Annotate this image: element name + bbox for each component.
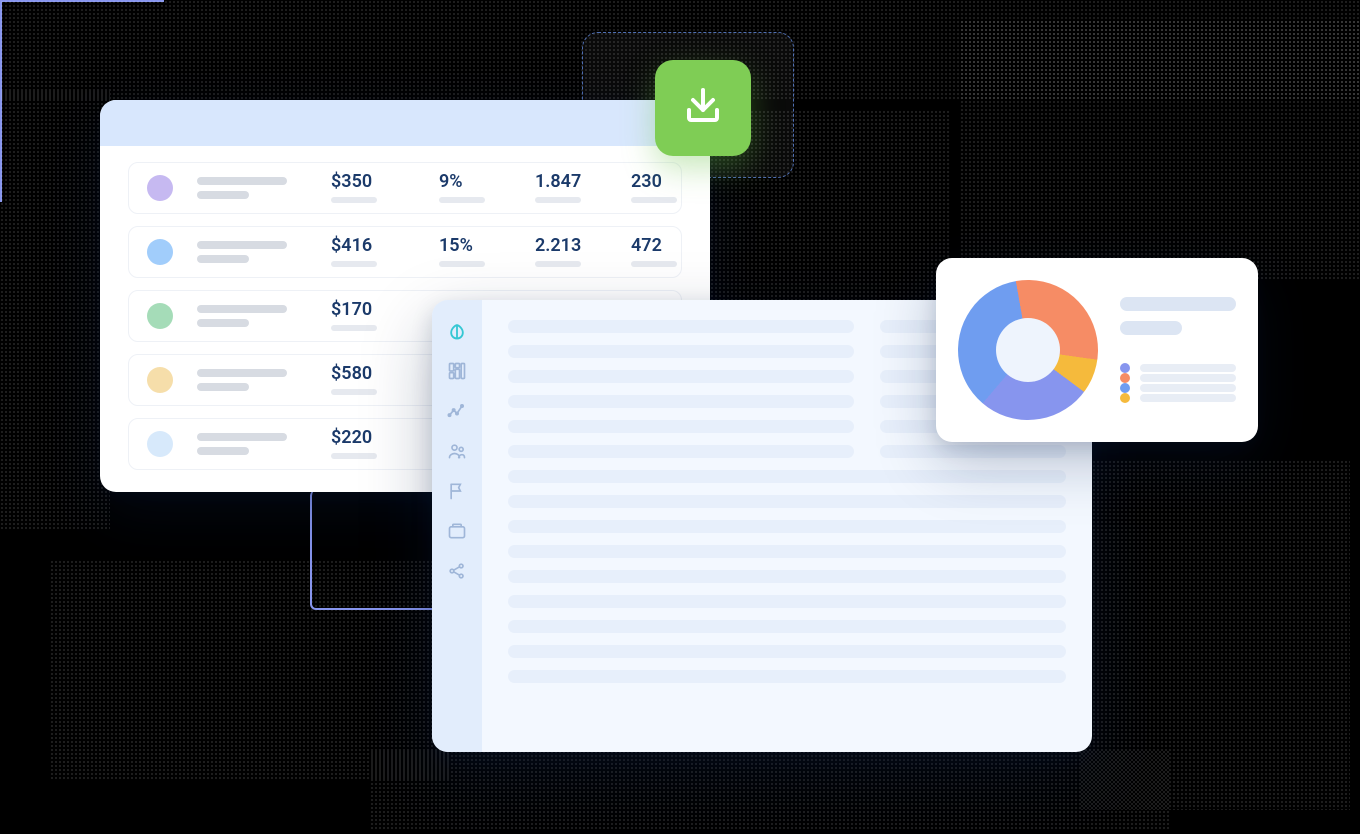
- cell-sublabel-placeholder: [631, 197, 677, 203]
- connector-line: [0, 0, 164, 2]
- placeholder-line: [508, 470, 1066, 483]
- logo-icon[interactable]: [446, 320, 468, 342]
- legend-dot: [1120, 393, 1130, 403]
- table-cell: $580: [331, 365, 415, 395]
- cell-value: 2.213: [535, 237, 607, 255]
- connector-line: [310, 490, 440, 610]
- cell-value: 1.847: [535, 173, 607, 191]
- legend-item: [1120, 383, 1236, 393]
- connector-line: [0, 2, 2, 202]
- donut-chart: [958, 280, 1098, 420]
- placeholder-line: [508, 495, 1066, 508]
- donut-chart-card: [936, 258, 1258, 442]
- placeholder-line: [508, 670, 1066, 683]
- avatar: [147, 367, 173, 393]
- table-cell: 230: [631, 173, 703, 203]
- row-label-placeholder: [197, 177, 307, 199]
- legend-item: [1120, 373, 1236, 383]
- placeholder-line: [508, 420, 854, 433]
- placeholder-line: [508, 395, 854, 408]
- row-label-placeholder: [197, 369, 307, 391]
- placeholder-line: [508, 320, 854, 333]
- row-label-placeholder: [197, 241, 307, 263]
- legend-label-placeholder: [1140, 364, 1236, 372]
- cell-value: $170: [331, 301, 415, 319]
- placeholder-line: [508, 645, 1066, 658]
- cell-value: 15%: [439, 237, 511, 255]
- avatar: [147, 303, 173, 329]
- cell-sublabel-placeholder: [331, 389, 377, 395]
- placeholder-line: [508, 570, 1066, 583]
- table-cell: 1.847: [535, 173, 607, 203]
- cell-value: 472: [631, 237, 703, 255]
- cell-value: 230: [631, 173, 703, 191]
- donut-legend: [1120, 297, 1236, 403]
- legend-item: [1120, 363, 1236, 373]
- placeholder-line: [880, 445, 1066, 458]
- cell-sublabel-placeholder: [331, 197, 377, 203]
- legend-item: [1120, 393, 1236, 403]
- legend-label-placeholder: [1140, 394, 1236, 402]
- app-sidebar: [432, 300, 482, 752]
- cell-sublabel-placeholder: [535, 197, 581, 203]
- wallet-icon[interactable]: [446, 520, 468, 542]
- placeholder-line: [508, 520, 1066, 533]
- table-cell: 2.213: [535, 237, 607, 267]
- table-cell: $350: [331, 173, 415, 203]
- flag-icon[interactable]: [446, 480, 468, 502]
- placeholder-line: [508, 345, 854, 358]
- team-icon[interactable]: [446, 440, 468, 462]
- avatar: [147, 239, 173, 265]
- table-cell: $170: [331, 301, 415, 331]
- cell-value: $580: [331, 365, 415, 383]
- row-label-placeholder: [197, 305, 307, 327]
- table-row[interactable]: $41615%2.213472: [128, 226, 682, 278]
- table-cell: $416: [331, 237, 415, 267]
- download-button[interactable]: [655, 60, 751, 156]
- cell-sublabel-placeholder: [631, 261, 677, 267]
- cell-sublabel-placeholder: [535, 261, 581, 267]
- cell-value: $350: [331, 173, 415, 191]
- avatar: [147, 175, 173, 201]
- table-row[interactable]: $3509%1.847230: [128, 162, 682, 214]
- legend-label-placeholder: [1140, 384, 1236, 392]
- placeholder-line: [508, 445, 854, 458]
- placeholder-line: [508, 545, 1066, 558]
- table-cell: 15%: [439, 237, 511, 267]
- cell-sublabel-placeholder: [439, 197, 485, 203]
- cell-sublabel-placeholder: [331, 453, 377, 459]
- cell-sublabel-placeholder: [331, 261, 377, 267]
- table-cell: $220: [331, 429, 415, 459]
- table-header-bar: [100, 100, 710, 146]
- share-icon[interactable]: [446, 560, 468, 582]
- avatar: [147, 431, 173, 457]
- cell-sublabel-placeholder: [439, 261, 485, 267]
- download-icon: [679, 82, 727, 134]
- dashboard-icon[interactable]: [446, 360, 468, 382]
- cell-value: 9%: [439, 173, 511, 191]
- table-cell: 472: [631, 237, 703, 267]
- legend-label-placeholder: [1140, 374, 1236, 382]
- legend-dot: [1120, 373, 1130, 383]
- cell-value: $416: [331, 237, 415, 255]
- analytics-icon[interactable]: [446, 400, 468, 422]
- cell-sublabel-placeholder: [331, 325, 377, 331]
- placeholder-line: [508, 370, 854, 383]
- placeholder-line: [508, 620, 1066, 633]
- legend-dot: [1120, 363, 1130, 373]
- legend-title-placeholder: [1120, 297, 1236, 311]
- row-label-placeholder: [197, 433, 307, 455]
- placeholder-line: [508, 595, 1066, 608]
- legend-subtitle-placeholder: [1120, 321, 1182, 335]
- legend-dot: [1120, 383, 1130, 393]
- cell-value: $220: [331, 429, 415, 447]
- table-cell: 9%: [439, 173, 511, 203]
